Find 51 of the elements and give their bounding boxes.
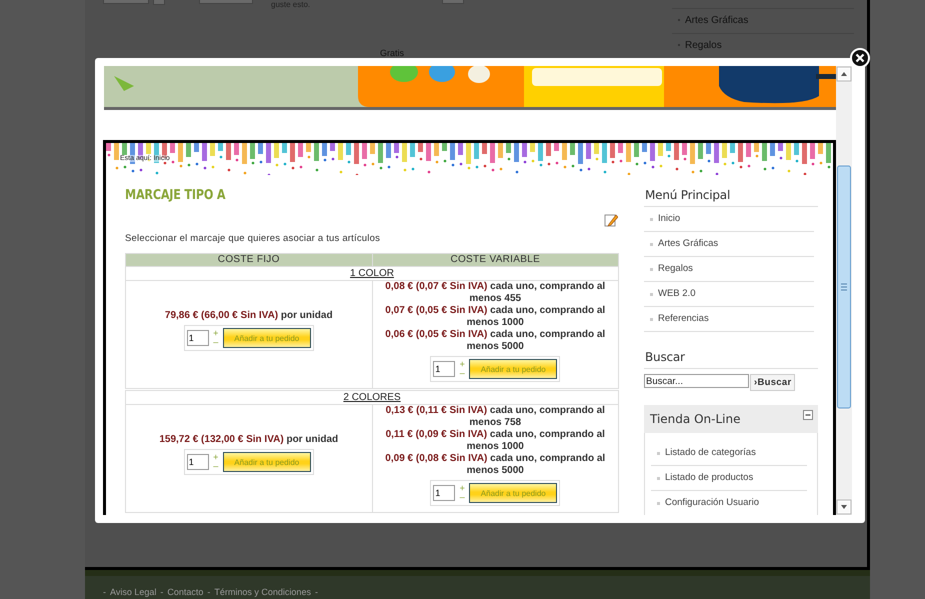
menu-item[interactable]: Referencias: [644, 307, 814, 332]
decrement-control[interactable]: –: [458, 493, 466, 502]
menu-item[interactable]: Listado de productos: [651, 466, 807, 491]
decrement-control[interactable]: –: [212, 462, 220, 471]
separator-text: -: [103, 587, 106, 598]
price-text: 159,72 € (132,00 € Sin IVA) por unidad: [158, 434, 340, 446]
footer-link[interactable]: Aviso Legal: [110, 587, 156, 598]
increment-control[interactable]: +: [212, 453, 220, 462]
menu-item[interactable]: Listado de categorías: [651, 441, 807, 466]
add-to-order-button[interactable]: Añadir a tu pedido: [469, 359, 558, 379]
panel-title: Tienda On-Line: [650, 412, 740, 426]
page-title: MARCAJE TIPO A: [125, 187, 226, 203]
price-text: 79,86 € (66,00 € Sin IVA) por unidad: [164, 310, 334, 322]
footer-link[interactable]: Términos y Condiciones: [214, 587, 311, 598]
increment-control[interactable]: +: [212, 329, 220, 338]
separator-text: -: [207, 587, 210, 598]
group-title: 2 COLORES: [343, 392, 401, 403]
scrollbar[interactable]: [836, 66, 852, 515]
price-tier-text: 0,06 € (0,05 € Sin IVA) cada uno, comprando al menos 5000: [384, 329, 606, 353]
menu-item[interactable]: WEB 2.0: [644, 282, 814, 307]
search-field[interactable]: Buscar...: [644, 374, 749, 388]
section-title: Buscar: [644, 350, 818, 369]
menu-item[interactable]: Artes Gráficas: [644, 232, 814, 257]
collapse-icon[interactable]: [803, 410, 813, 420]
column-header: COSTE FIJO: [126, 254, 372, 266]
increment-control[interactable]: +: [458, 360, 466, 369]
price-tier-text: 0,09 € (0,08 € Sin IVA) cada uno, comprando al menos 5000: [384, 453, 606, 477]
decrement-control[interactable]: –: [212, 338, 220, 347]
quantity-field[interactable]: 1: [186, 454, 209, 470]
quantity-field[interactable]: 1: [433, 485, 456, 501]
intro-text: Seleccionar el marcaje que quieres asociar a tus artículos: [125, 233, 382, 244]
column-header: COSTE VARIABLE: [372, 254, 618, 266]
close-icon[interactable]: [850, 48, 870, 68]
menu-item[interactable]: Configuración Usuario: [651, 491, 807, 515]
increment-control[interactable]: +: [458, 484, 466, 493]
menu-item[interactable]: Regalos: [644, 257, 814, 282]
add-to-order-button[interactable]: Añadir a tu pedido: [222, 328, 311, 348]
add-to-order-button[interactable]: Añadir a tu pedido: [222, 452, 311, 472]
edit-icon[interactable]: [604, 213, 618, 227]
separator-text: -: [160, 587, 164, 598]
quantity-field[interactable]: 1: [433, 361, 456, 377]
quantity-field[interactable]: 1: [186, 330, 209, 346]
add-to-order-button[interactable]: Añadir a tu pedido: [469, 483, 558, 503]
section-title: Menú Principal: [644, 188, 818, 207]
dimmed-text: Gratis: [380, 48, 404, 58]
decrement-control[interactable]: –: [458, 369, 466, 378]
group-title: 1 COLOR: [350, 268, 394, 279]
separator-text: -: [314, 587, 318, 598]
footer-link[interactable]: Contacto: [167, 587, 204, 598]
menu-item[interactable]: Inicio: [644, 207, 814, 232]
search-button[interactable]: ›Buscar: [750, 374, 796, 391]
